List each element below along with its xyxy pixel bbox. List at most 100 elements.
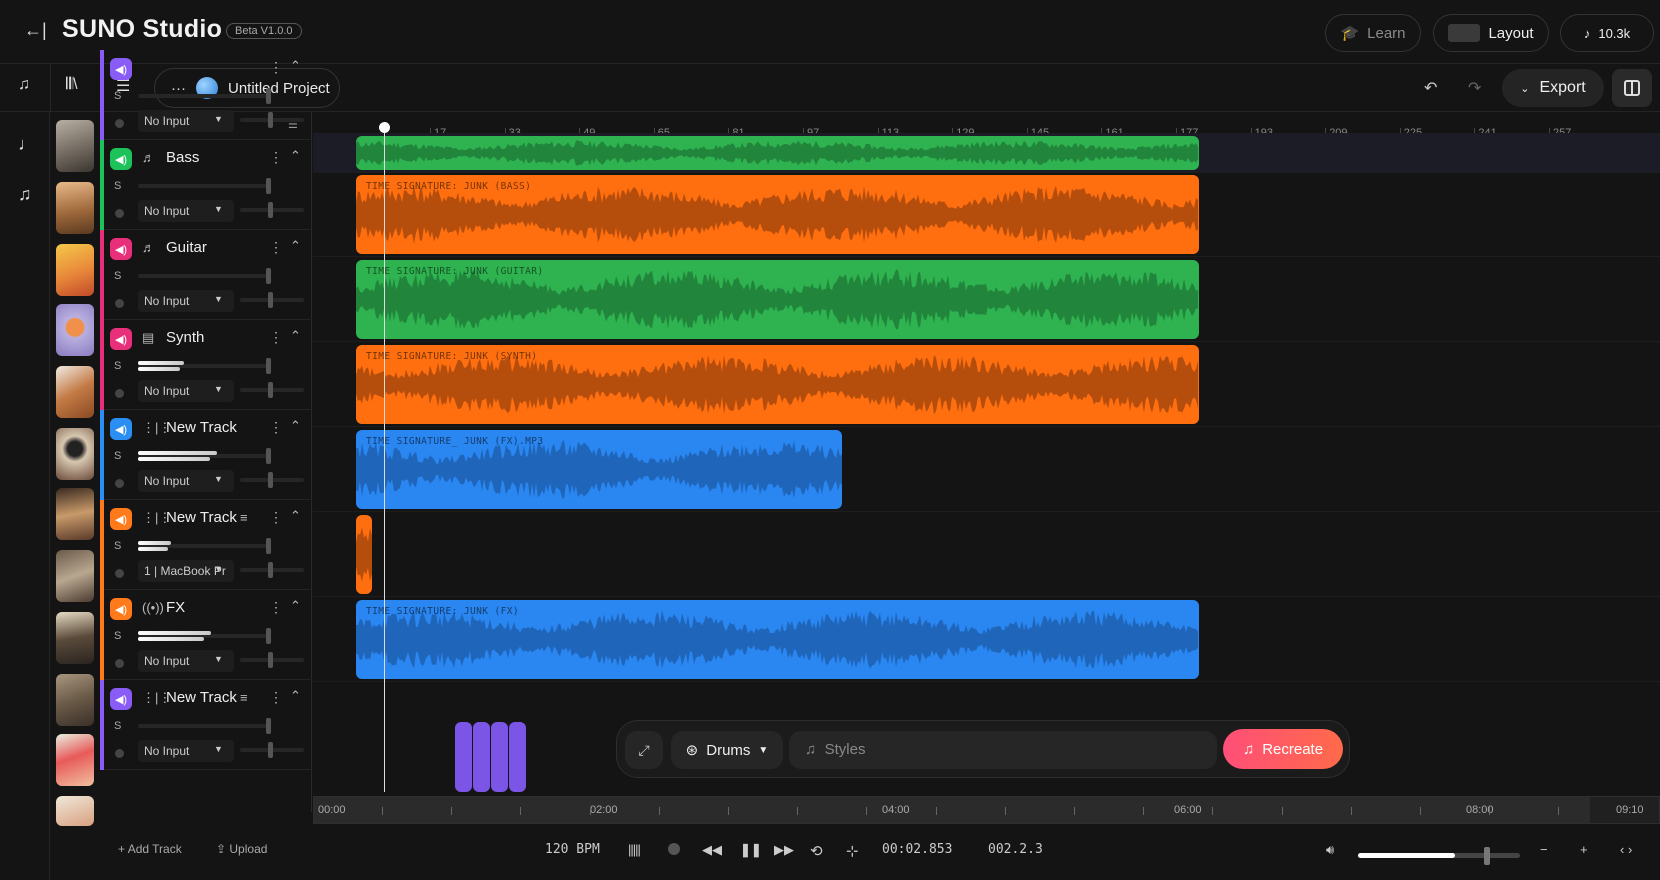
volume-knob[interactable] — [266, 718, 271, 734]
pan-slider[interactable] — [240, 382, 304, 398]
pan-knob[interactable] — [268, 562, 273, 578]
track-volume-slider[interactable] — [138, 448, 271, 464]
record-arm-button[interactable] — [115, 569, 124, 578]
thumbnail[interactable] — [56, 550, 94, 602]
zoom-out-icon[interactable]: − — [1540, 842, 1548, 857]
learn-button[interactable]: 🎓 Learn — [1325, 14, 1421, 52]
track-lane[interactable]: TIME SIGNATURE: JUNK (FX) — [313, 597, 1660, 682]
track-volume-slider[interactable] — [138, 268, 271, 284]
track-name[interactable]: Bass — [166, 149, 199, 166]
redo-icon[interactable]: ↷ — [1468, 78, 1481, 98]
record-arm-button[interactable] — [115, 659, 124, 668]
solo-button[interactable]: S — [114, 450, 121, 462]
tempo-display[interactable]: 120 BPM — [545, 842, 600, 857]
credits-button[interactable]: ♪ 10.3k — [1560, 14, 1654, 52]
thumbnail[interactable] — [56, 428, 94, 480]
track-volume-slider[interactable] — [138, 88, 271, 104]
mute-button[interactable]: ◀) — [110, 508, 132, 530]
more-vertical-icon[interactable]: ⋮ — [269, 419, 283, 436]
master-volume-slider[interactable] — [1358, 847, 1520, 865]
mute-button[interactable]: ◀) — [110, 58, 132, 80]
record-arm-button[interactable] — [115, 479, 124, 488]
chevron-up-icon[interactable]: ⌃ — [290, 328, 301, 344]
clip-segment[interactable] — [509, 722, 526, 792]
track-name[interactable]: New Track — [166, 509, 237, 526]
track-name[interactable]: FX — [166, 599, 185, 616]
more-vertical-icon[interactable]: ⋮ — [269, 149, 283, 166]
record-arm-button[interactable] — [115, 209, 124, 218]
overview-viewport[interactable] — [314, 797, 1590, 823]
library-icon[interactable]: 𝄃𝄃\ — [66, 76, 78, 94]
audio-clip[interactable]: TIME SIGNATURE: JUNK (SYNTH) — [356, 345, 1199, 424]
note-icon[interactable]: ♩ — [18, 134, 36, 155]
track-row[interactable]: ◀) ((•)) FX ⋮ ⌃ S No Input ▼ — [100, 590, 312, 680]
track-row[interactable]: ◀) ⋮ ⌃ S No Input ▼ — [100, 50, 312, 140]
volume-knob[interactable] — [266, 268, 271, 284]
solo-button[interactable]: S — [114, 630, 121, 642]
track-name[interactable]: Synth — [166, 329, 204, 346]
track-row[interactable]: ◀) ⋮|⋮ New Track ⋮ ⌃ S No Input ▼ — [100, 410, 312, 500]
styles-input[interactable]: ♫ Styles — [789, 731, 1217, 769]
track-name[interactable]: New Track — [166, 689, 237, 706]
clip-segment[interactable] — [455, 722, 472, 792]
chevron-up-icon[interactable]: ⌃ — [290, 508, 301, 524]
add-music-icon[interactable]: ♫ — [18, 76, 30, 94]
volume-knob[interactable] — [266, 628, 271, 644]
volume-knob[interactable] — [1484, 847, 1490, 865]
volume-knob[interactable] — [266, 358, 271, 374]
metronome-icon[interactable]: ||||| — [628, 842, 641, 857]
track-volume-slider[interactable] — [138, 358, 271, 374]
thumbnail[interactable] — [56, 304, 94, 356]
export-button[interactable]: ⌄ Export — [1502, 69, 1604, 107]
mute-button[interactable]: ◀) — [110, 598, 132, 620]
more-vertical-icon[interactable]: ⋮ — [269, 689, 283, 706]
timeline-overview[interactable]: 00:00 02:00 04:00 06:00 08:00 09:10 — [313, 796, 1660, 824]
more-vertical-icon[interactable]: ⋮ — [269, 59, 283, 76]
record-arm-button[interactable] — [115, 119, 124, 128]
thumbnail[interactable] — [56, 120, 94, 172]
clip-segment[interactable] — [473, 722, 490, 792]
record-arm-button[interactable] — [115, 389, 124, 398]
pan-knob[interactable] — [268, 652, 273, 668]
record-icon[interactable] — [668, 843, 680, 855]
pan-slider[interactable] — [240, 472, 304, 488]
record-arm-button[interactable] — [115, 749, 124, 758]
pan-knob[interactable] — [268, 202, 273, 218]
more-vertical-icon[interactable]: ⋮ — [269, 329, 283, 346]
mute-button[interactable]: ◀) — [110, 418, 132, 440]
pan-slider[interactable] — [240, 652, 304, 668]
volume-knob[interactable] — [266, 448, 271, 464]
pause-icon[interactable]: ❚❚ — [740, 842, 762, 858]
track-row[interactable]: ◀) ⋮|⋮ New Track ≡ ⋮ ⌃ S 1 | MacBook Pr … — [100, 500, 312, 590]
chevron-up-icon[interactable]: ⌃ — [290, 688, 301, 704]
track-volume-slider[interactable] — [138, 718, 271, 734]
pan-knob[interactable] — [268, 292, 273, 308]
audio-clip[interactable]: TIME SIGNATURE_ JUNK (FX).MP3 — [356, 430, 842, 509]
timeline[interactable]: 1733496581971131291451611771932092252412… — [313, 112, 1660, 792]
track-row[interactable]: ◀) ▤ Synth ⋮ ⌃ S No Input ▼ — [100, 320, 312, 410]
track-lane[interactable]: TIME SIGNATURE: JUNK (SYNTH) — [313, 342, 1660, 427]
pan-slider[interactable] — [240, 562, 304, 578]
audio-clip[interactable]: TIME SIGNATURE: JUNK (BASS) — [356, 175, 1199, 254]
pan-slider[interactable] — [240, 292, 304, 308]
rewind-icon[interactable]: ◀◀ — [702, 842, 722, 858]
chevron-up-icon[interactable]: ⌃ — [290, 148, 301, 164]
thumbnail[interactable] — [56, 674, 94, 726]
thumbnail[interactable] — [56, 734, 94, 786]
solo-button[interactable]: S — [114, 270, 121, 282]
pan-slider[interactable] — [240, 202, 304, 218]
clip-segment[interactable] — [491, 722, 508, 792]
pan-knob[interactable] — [268, 472, 273, 488]
audio-clip[interactable] — [356, 515, 372, 594]
solo-button[interactable]: S — [114, 90, 121, 102]
track-lane[interactable]: TIME SIGNATURE_ JUNK (FX).MP3 — [313, 427, 1660, 512]
track-row[interactable]: ◀) ⋮|⋮ New Track ≡ ⋮ ⌃ S No Input ▼ — [100, 680, 312, 770]
pan-slider[interactable] — [240, 742, 304, 758]
fast-forward-icon[interactable]: ▶▶ — [774, 842, 794, 858]
thumbnail[interactable] — [56, 488, 94, 540]
chevron-up-icon[interactable]: ⌃ — [290, 238, 301, 254]
toggle-panel-button[interactable] — [1612, 69, 1652, 107]
solo-button[interactable]: S — [114, 720, 121, 732]
chevron-up-icon[interactable]: ⌃ — [290, 598, 301, 614]
recreate-button[interactable]: ♫ Recreate — [1223, 729, 1343, 769]
